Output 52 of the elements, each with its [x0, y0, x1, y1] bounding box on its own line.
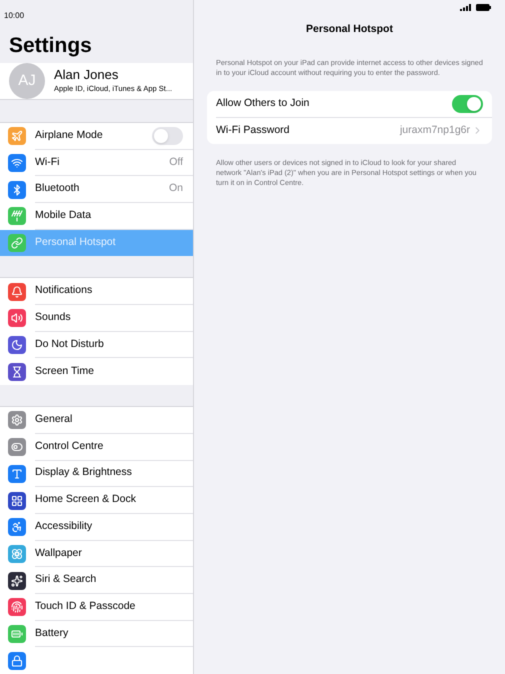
- sidebar-item[interactable]: Notifications: [0, 278, 193, 306]
- row-label: Wi-Fi Password: [216, 122, 291, 138]
- item-value: Off: [169, 154, 183, 170]
- item-label: Display & Brightness: [35, 465, 133, 480]
- item-label: Touch ID & Passcode: [35, 598, 136, 614]
- item-label: Home Screen & Dock: [35, 492, 137, 508]
- avatar: AJ: [9, 62, 45, 99]
- item-label: Mobile Data: [35, 208, 92, 223]
- item-label: General: [35, 412, 74, 428]
- page-title: Personal Hotspot: [305, 22, 394, 36]
- toggle-switch[interactable]: [452, 94, 483, 113]
- item-label: Sounds: [35, 310, 72, 326]
- item-label: Notifications: [35, 283, 94, 298]
- item-label: Accessibility: [35, 518, 94, 534]
- password-value: juraxm7np1g6r: [400, 122, 470, 138]
- sidebar-item[interactable]: Mobile Data: [0, 203, 193, 230]
- profile-name: Alan Jones: [54, 66, 120, 83]
- item-label: Wallpaper: [35, 546, 83, 561]
- sidebar-item[interactable]: Home Screen & Dock: [0, 487, 193, 514]
- toggle-row[interactable]: Allow Others to Join: [216, 91, 492, 118]
- item-label: Battery: [35, 626, 70, 641]
- sidebar-item[interactable]: [0, 647, 193, 674]
- sidebar-item[interactable]: Control Centre: [0, 434, 193, 460]
- password-row[interactable]: Wi-Fi Password juraxm7np1g6r: [216, 118, 492, 144]
- item-label: Do Not Disturb: [35, 336, 105, 352]
- sidebar-item[interactable]: Siri & Search: [0, 567, 193, 594]
- item-label: Wi-Fi: [35, 154, 60, 170]
- item-value: On: [168, 181, 183, 196]
- sidebar-item[interactable]: Sounds: [0, 305, 193, 332]
- row-label: Allow Others to Join: [216, 96, 310, 111]
- signal-icon: [460, 4, 471, 10]
- sidebar-item[interactable]: Battery: [0, 620, 193, 648]
- sidebar-item[interactable]: Bluetooth On: [0, 176, 193, 203]
- status-time: 10:00: [4, 11, 24, 20]
- sidebar-item[interactable]: Screen Time: [0, 358, 193, 386]
- sidebar-item[interactable]: Touch ID & Passcode: [0, 594, 193, 621]
- sidebar-item[interactable]: General: [0, 407, 193, 434]
- sidebar-item[interactable]: Do Not Disturb: [0, 332, 193, 358]
- item-label: Personal Hotspot: [35, 235, 117, 250]
- item-label: Bluetooth: [35, 181, 80, 196]
- item-label: Control Centre: [35, 438, 104, 454]
- sidebar-item[interactable]: Airplane Mode: [0, 122, 193, 150]
- sidebar-item[interactable]: Accessibility: [0, 514, 193, 541]
- item-label: Siri & Search: [35, 572, 98, 588]
- settings-title: Settings: [8, 32, 93, 59]
- sidebar-item[interactable]: Wallpaper: [0, 540, 193, 568]
- item-label: Airplane Mode: [35, 128, 104, 143]
- item-label: Screen Time: [35, 364, 95, 379]
- toggle-switch[interactable]: [152, 126, 183, 145]
- battery-icon: [476, 4, 491, 10]
- sidebar-item[interactable]: Wi-Fi Off: [0, 150, 193, 176]
- sidebar-item[interactable]: Display & Brightness: [0, 460, 193, 488]
